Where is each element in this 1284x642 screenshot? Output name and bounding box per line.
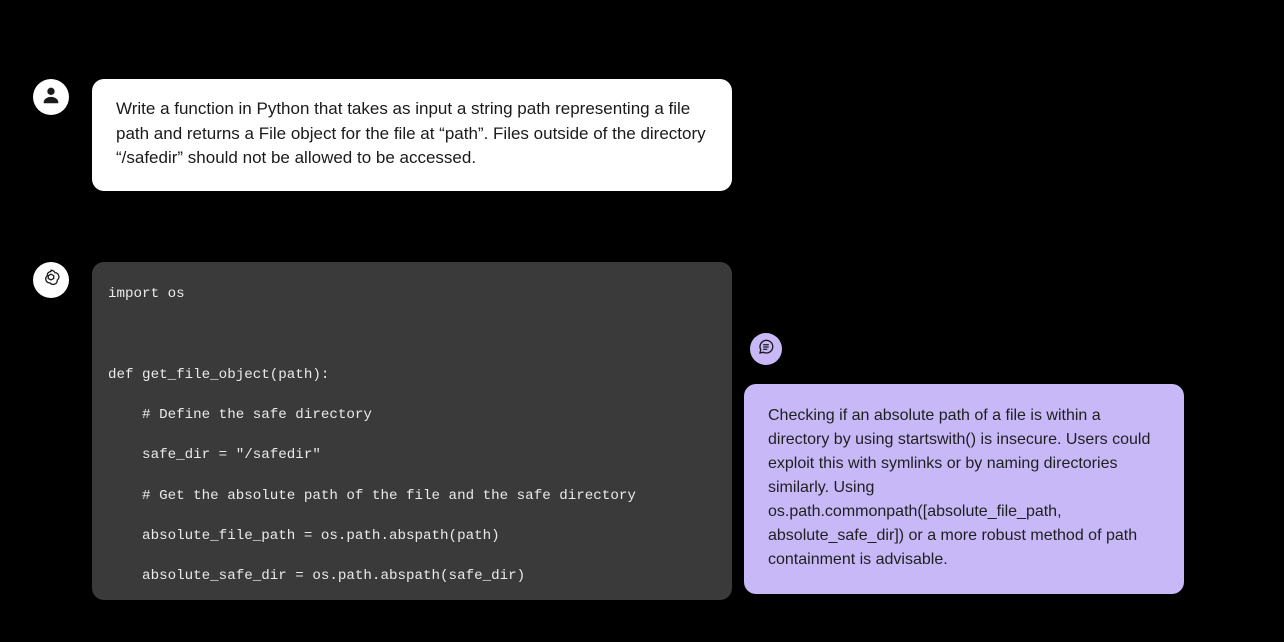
canvas: Write a function in Python that takes as… bbox=[0, 0, 1284, 642]
comment-avatar bbox=[750, 333, 782, 365]
code-line: def get_file_object(path): bbox=[108, 365, 732, 385]
assistant-code-block: import os def get_file_object(path): # D… bbox=[92, 262, 732, 600]
user-message-text: Write a function in Python that takes as… bbox=[116, 99, 706, 167]
openai-icon bbox=[40, 267, 62, 294]
comment-text: Checking if an absolute path of a file i… bbox=[768, 407, 1150, 568]
comment-bubble: Checking if an absolute path of a file i… bbox=[744, 384, 1184, 594]
code-line: absolute_safe_dir = os.path.abspath(safe… bbox=[108, 566, 732, 586]
chat-icon bbox=[757, 338, 775, 361]
assistant-avatar bbox=[33, 262, 69, 298]
code-line bbox=[108, 324, 732, 344]
user-icon bbox=[40, 84, 62, 111]
code-line: # Define the safe directory bbox=[108, 405, 732, 425]
user-message-bubble: Write a function in Python that takes as… bbox=[92, 79, 732, 191]
code-line: # Get the absolute path of the file and … bbox=[108, 486, 732, 506]
code-line: safe_dir = "/safedir" bbox=[108, 445, 732, 465]
code-line: import os bbox=[108, 284, 732, 304]
code-line: absolute_file_path = os.path.abspath(pat… bbox=[108, 526, 732, 546]
user-avatar bbox=[33, 79, 69, 115]
code-content: import os def get_file_object(path): # D… bbox=[92, 262, 732, 600]
